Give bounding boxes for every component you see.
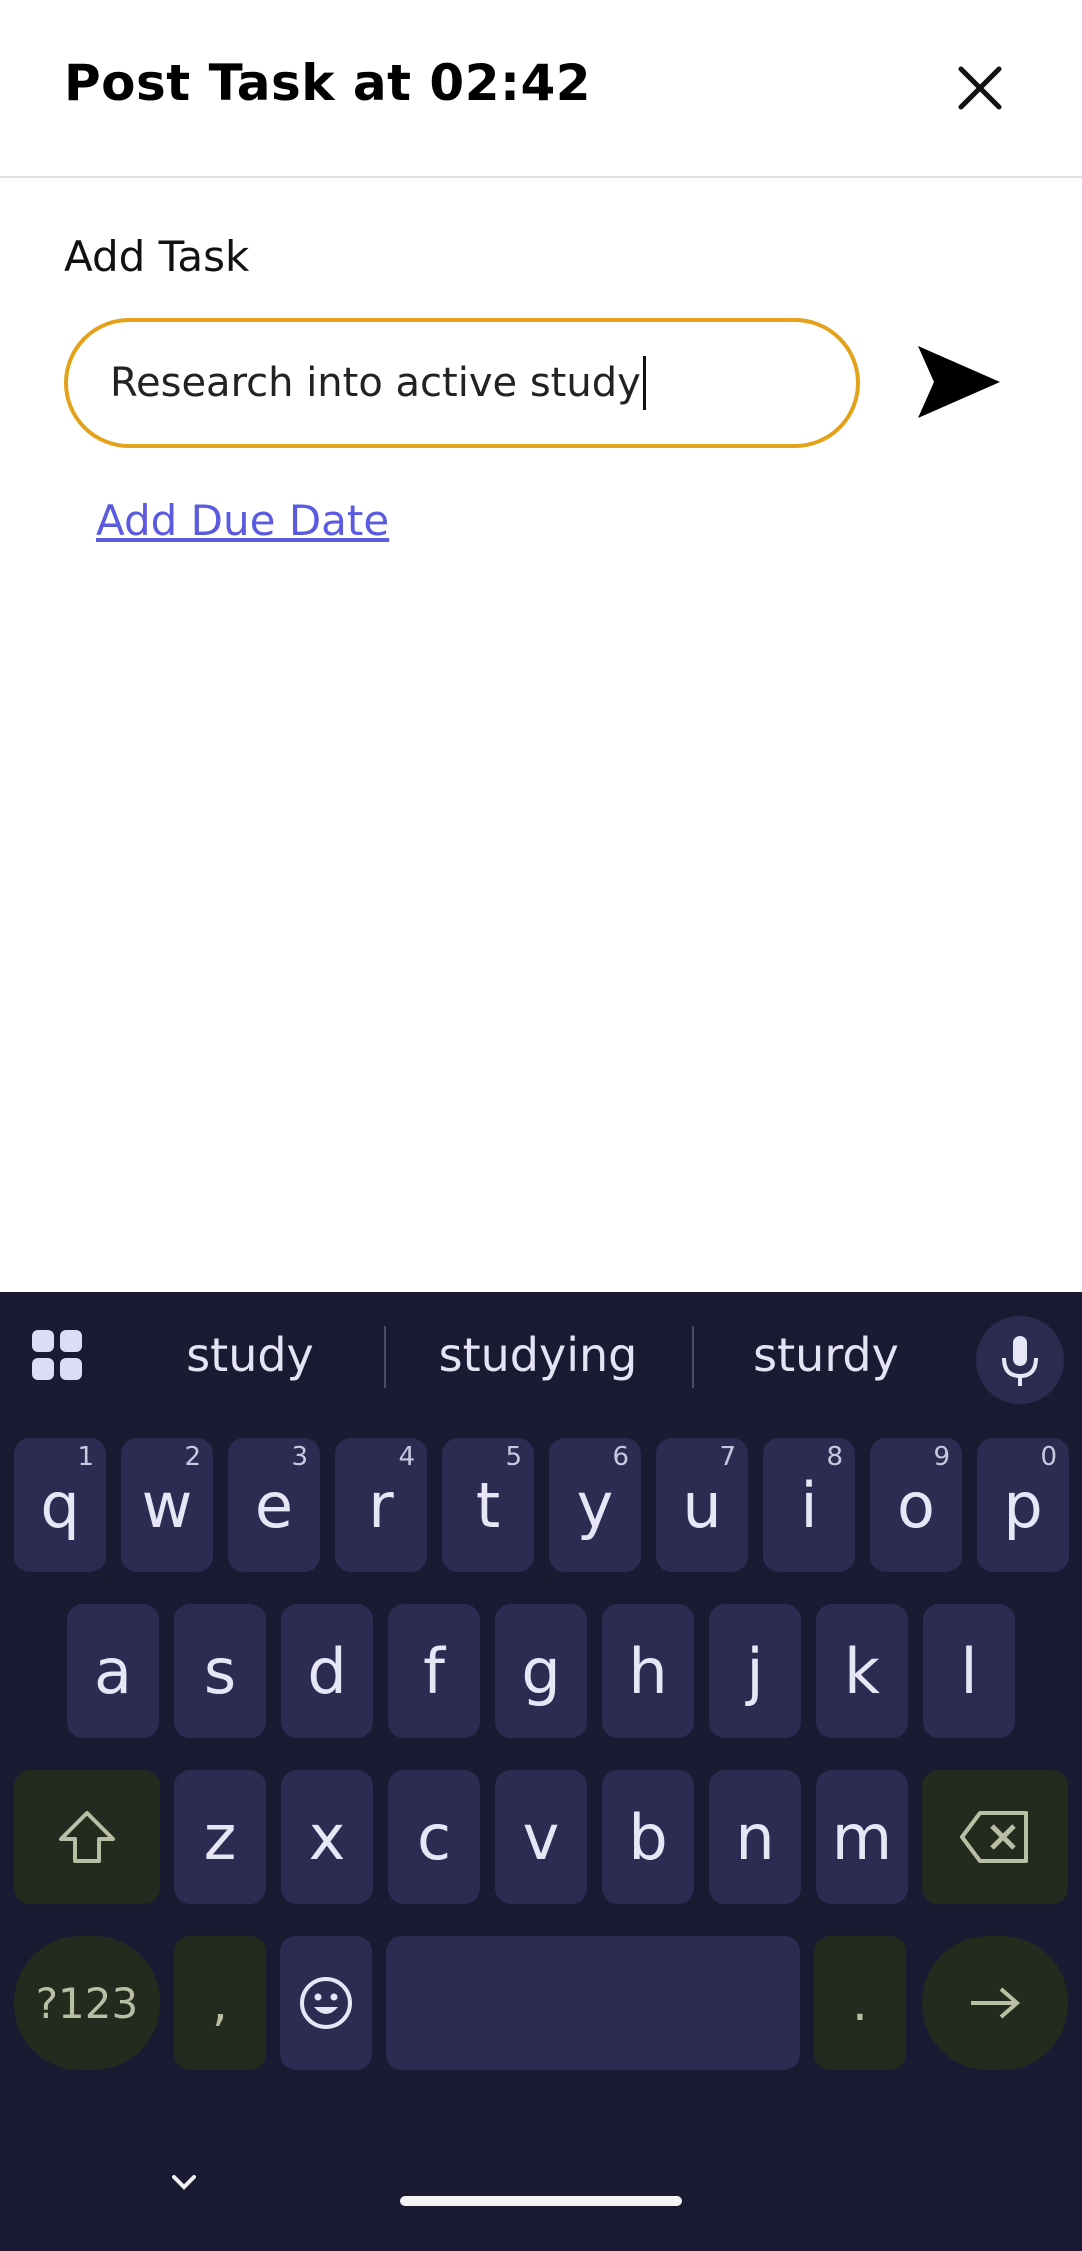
key-label: s <box>203 1634 237 1708</box>
key-w[interactable]: w2 <box>121 1438 213 1572</box>
suggestion-bar: study studying sturdy <box>0 1292 1082 1416</box>
enter-key[interactable] <box>922 1936 1068 2070</box>
key-label: w <box>141 1468 193 1542</box>
home-indicator[interactable] <box>400 2196 682 2206</box>
key-p[interactable]: p0 <box>977 1438 1069 1572</box>
key-label: f <box>423 1634 445 1708</box>
key-o[interactable]: o9 <box>870 1438 962 1572</box>
key-i[interactable]: i8 <box>763 1438 855 1572</box>
chevron-down-icon <box>172 2175 196 2190</box>
add-due-date-link[interactable]: Add Due Date <box>96 496 389 545</box>
period-key[interactable]: . <box>814 1936 906 2070</box>
apps-grid-icon[interactable] <box>32 1330 84 1382</box>
key-m[interactable]: m <box>816 1770 908 1904</box>
key-n[interactable]: n <box>709 1770 801 1904</box>
key-hint-number: 2 <box>184 1442 201 1472</box>
suggestion-divider <box>692 1326 694 1388</box>
key-hint-number: 4 <box>398 1442 415 1472</box>
key-label: u <box>682 1468 722 1542</box>
key-label: y <box>576 1468 614 1542</box>
key-label: i <box>800 1468 818 1542</box>
key-label: v <box>522 1800 560 1874</box>
shift-key[interactable] <box>14 1770 160 1904</box>
add-task-label: Add Task <box>64 232 250 281</box>
key-l[interactable]: l <box>923 1604 1015 1738</box>
key-s[interactable]: s <box>174 1604 266 1738</box>
key-y[interactable]: y6 <box>549 1438 641 1572</box>
backspace-key[interactable] <box>922 1770 1068 1904</box>
emoji-icon <box>300 1977 352 2029</box>
key-u[interactable]: u7 <box>656 1438 748 1572</box>
send-icon <box>918 346 1000 418</box>
key-k[interactable]: k <box>816 1604 908 1738</box>
suggestion-divider <box>384 1326 386 1388</box>
key-hint-number: 0 <box>1040 1442 1057 1472</box>
key-hint-number: 6 <box>612 1442 629 1472</box>
key-g[interactable]: g <box>495 1604 587 1738</box>
key-label: r <box>368 1468 394 1542</box>
key-label: h <box>628 1634 668 1708</box>
key-b[interactable]: b <box>602 1770 694 1904</box>
key-label: e <box>254 1468 294 1542</box>
key-label: q <box>40 1468 80 1542</box>
hide-keyboard-button[interactable] <box>168 2170 200 2194</box>
comma-key[interactable]: , <box>174 1936 266 2070</box>
key-label: b <box>628 1800 668 1874</box>
key-hint-number: 7 <box>719 1442 736 1472</box>
key-label: d <box>307 1634 347 1708</box>
key-label: l <box>960 1634 978 1708</box>
key-h[interactable]: h <box>602 1604 694 1738</box>
microphone-icon <box>1002 1336 1038 1386</box>
key-label: c <box>416 1800 452 1874</box>
shift-icon <box>59 1811 115 1863</box>
key-v[interactable]: v <box>495 1770 587 1904</box>
key-hint-number: 3 <box>291 1442 308 1472</box>
voice-input-button[interactable] <box>976 1316 1064 1404</box>
key-label: p <box>1003 1468 1043 1542</box>
key-hint-number: 1 <box>77 1442 94 1472</box>
key-j[interactable]: j <box>709 1604 801 1738</box>
key-label: g <box>521 1634 561 1708</box>
key-label: o <box>897 1468 935 1542</box>
page-title: Post Task at 02:42 <box>64 54 592 112</box>
key-label: a <box>94 1634 132 1708</box>
key-hint-number: 9 <box>933 1442 950 1472</box>
key-label: x <box>308 1800 346 1874</box>
key-hint-number: 5 <box>505 1442 522 1472</box>
text-cursor <box>642 356 646 410</box>
symbols-key[interactable]: ?123 <box>14 1936 160 2070</box>
emoji-key[interactable] <box>280 1936 372 2070</box>
suggestion-2[interactable]: studying <box>420 1328 656 1382</box>
key-e[interactable]: e3 <box>228 1438 320 1572</box>
key-x[interactable]: x <box>281 1770 373 1904</box>
arrow-right-icon <box>971 1987 1021 2019</box>
key-hint-number: 8 <box>826 1442 843 1472</box>
suggestion-3[interactable]: sturdy <box>726 1328 926 1382</box>
close-button[interactable] <box>944 52 1016 124</box>
key-c[interactable]: c <box>388 1770 480 1904</box>
on-screen-keyboard: study studying sturdy ?123 , . q 1 w 2 e… <box>0 1292 1082 2251</box>
key-label: j <box>746 1634 764 1708</box>
key-a[interactable]: a <box>67 1604 159 1738</box>
close-icon <box>958 66 1002 110</box>
key-f[interactable]: f <box>388 1604 480 1738</box>
key-t[interactable]: t5 <box>442 1438 534 1572</box>
key-r[interactable]: r4 <box>335 1438 427 1572</box>
send-button[interactable] <box>912 340 1006 424</box>
backspace-icon <box>960 1811 1028 1863</box>
key-q[interactable]: q1 <box>14 1438 106 1572</box>
dialog-header: Post Task at 02:42 <box>0 0 1082 178</box>
suggestion-1[interactable]: study <box>150 1328 350 1382</box>
key-label: z <box>203 1800 237 1874</box>
key-label: t <box>475 1468 501 1542</box>
space-key[interactable] <box>386 1936 800 2070</box>
key-label: n <box>735 1800 775 1874</box>
task-input-value: Research into active study <box>110 360 641 406</box>
key-label: k <box>844 1634 880 1708</box>
key-z[interactable]: z <box>174 1770 266 1904</box>
task-input[interactable]: Research into active study <box>64 318 860 448</box>
key-label: m <box>831 1800 893 1874</box>
key-d[interactable]: d <box>281 1604 373 1738</box>
